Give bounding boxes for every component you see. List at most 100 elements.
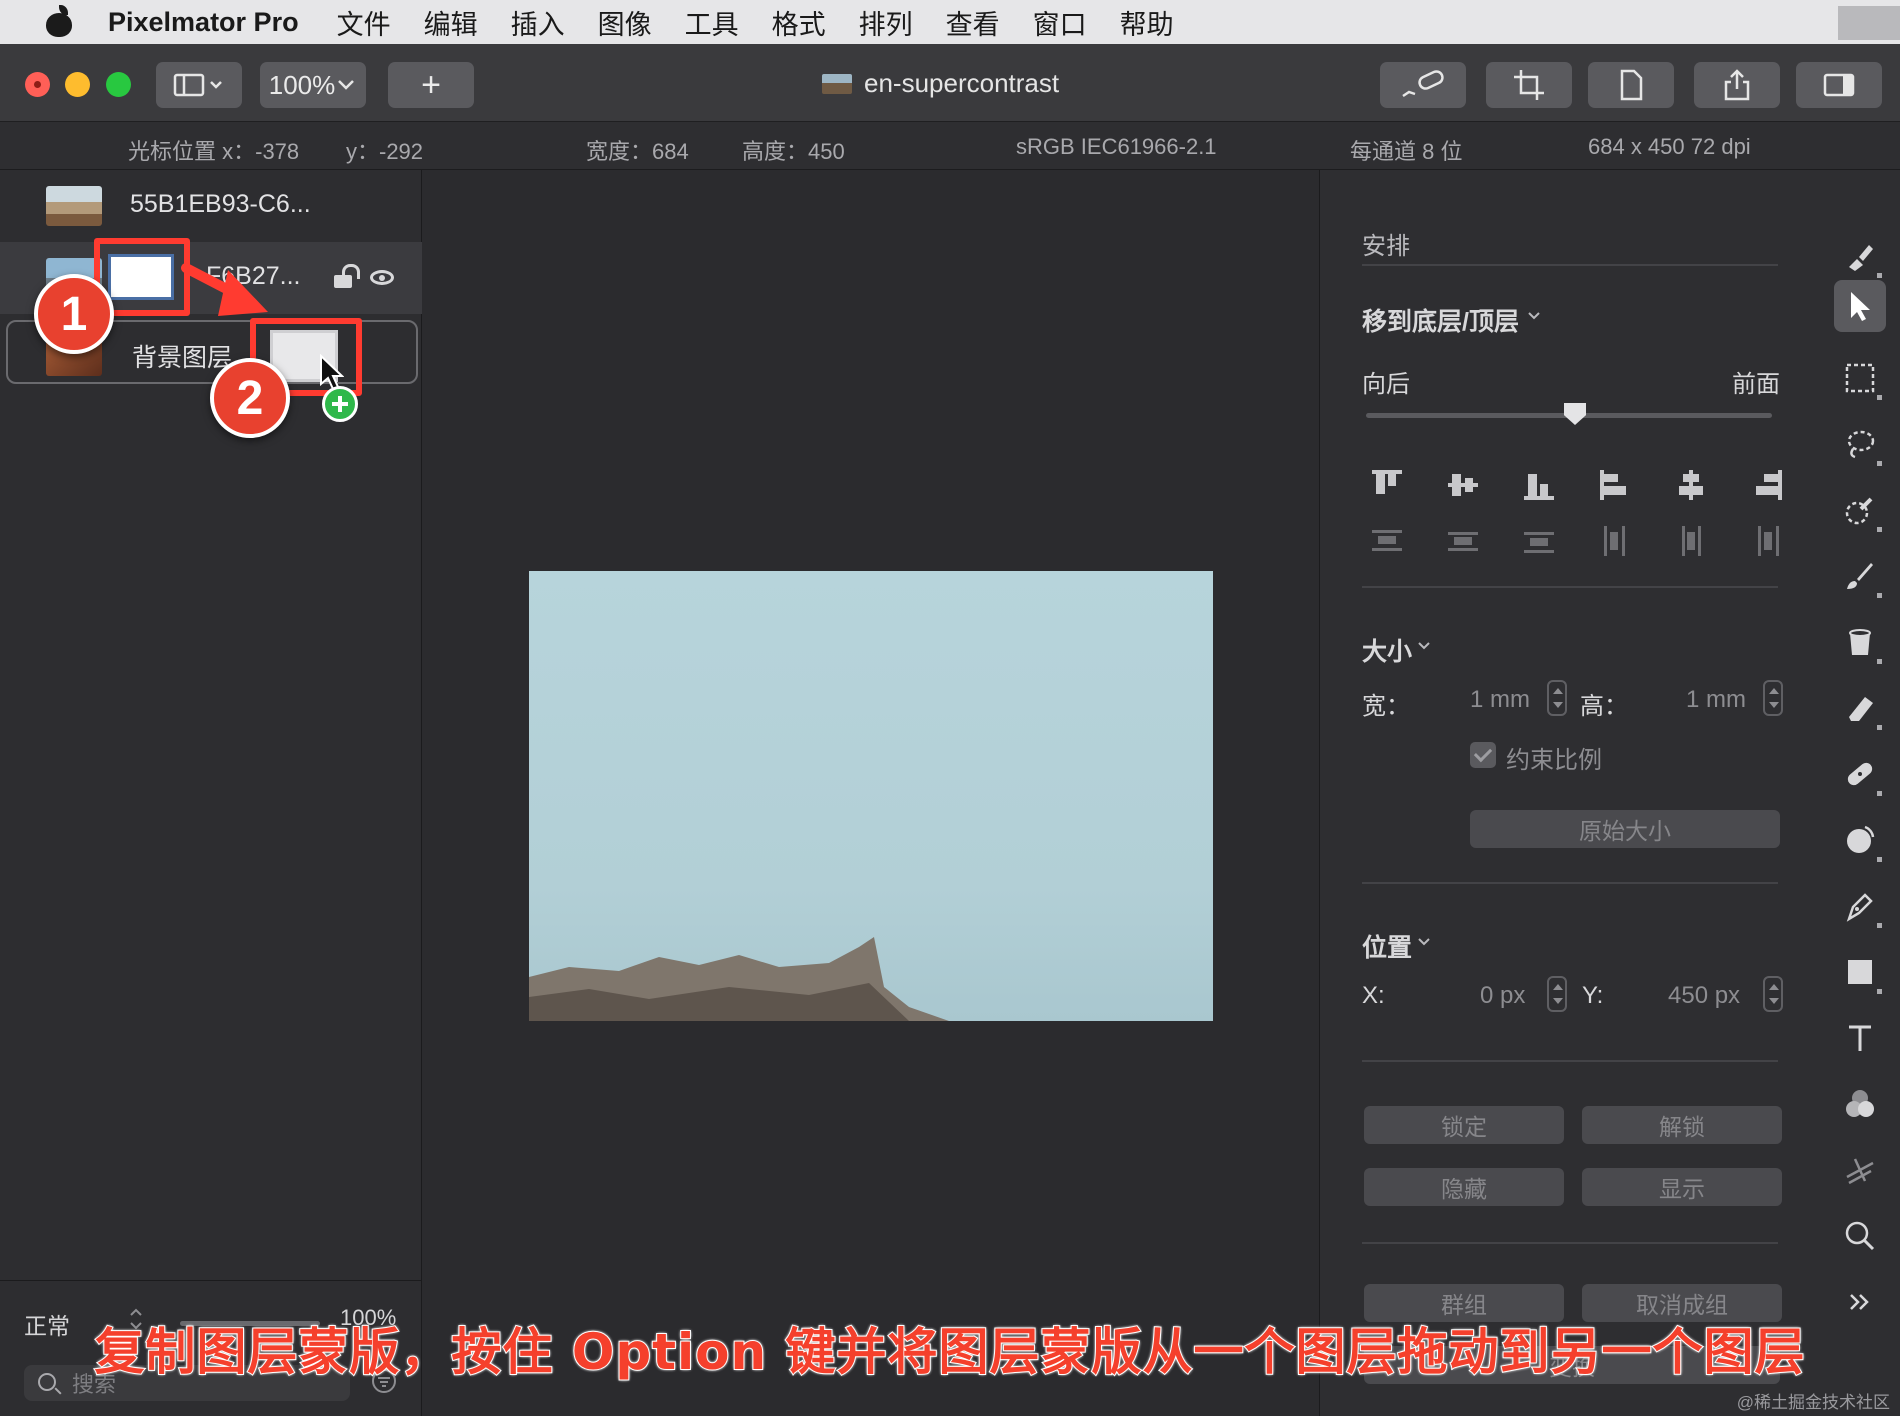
x-position-stepper[interactable]: [1547, 976, 1567, 1012]
width-stepper[interactable]: [1547, 680, 1567, 716]
show-button[interactable]: 显示: [1582, 1168, 1782, 1206]
lock-icon[interactable]: [334, 264, 360, 288]
size-section-header[interactable]: 大小: [1362, 632, 1412, 668]
unlock-button[interactable]: 解锁: [1582, 1106, 1782, 1144]
minimize-window-button[interactable]: [65, 72, 90, 97]
y-label: Y:: [1582, 982, 1604, 1009]
zoom-magnifier-icon[interactable]: [1834, 1210, 1886, 1262]
window-toolbar: 100% + en-supercontrast: [0, 44, 1900, 122]
align-vertical-center-icon[interactable]: [1448, 470, 1478, 500]
rectangular-selection-icon[interactable]: [1834, 352, 1886, 404]
cursor-y-readout: y：-292: [346, 139, 424, 164]
apple-icon[interactable]: [40, 5, 80, 39]
tool-style-brush-icon[interactable]: [1834, 230, 1886, 282]
inspector-toggle-button[interactable]: [1796, 62, 1882, 108]
bit-depth-readout: 每通道 8 位: [1350, 139, 1463, 164]
width-field[interactable]: 1 mm: [1470, 686, 1530, 714]
distribute-top-icon[interactable]: [1372, 526, 1402, 556]
menu-help[interactable]: 帮助: [1120, 3, 1174, 42]
inspector-panel: 安排 移到底层/顶层 向后 前面 大小 宽： 1 mm 高： 1 mm 约束比例…: [1319, 170, 1820, 1416]
crop-button[interactable]: [1486, 62, 1572, 108]
zoom-level-label: 100%: [268, 69, 336, 100]
eye-icon[interactable]: [370, 270, 394, 285]
distribute-center-icon[interactable]: [1448, 526, 1478, 556]
chevron-down-icon[interactable]: [1526, 310, 1542, 322]
divider: [1362, 586, 1778, 588]
align-horizontal-center-icon[interactable]: [1676, 470, 1706, 500]
divider: [1362, 1060, 1778, 1062]
image-info-bar: 光标位置 x：-378 y：-292 宽度：684 高度：450 sRGB IE…: [0, 122, 1900, 170]
menu-format[interactable]: 格式: [772, 3, 826, 42]
color-picker-icon[interactable]: [1834, 484, 1886, 536]
app-name-menu[interactable]: Pixelmator Pro: [108, 7, 299, 38]
step-badge-2: 2: [210, 358, 290, 438]
lock-button[interactable]: 锁定: [1364, 1106, 1564, 1144]
arrange-slider-knob[interactable]: [1564, 403, 1586, 425]
export-button[interactable]: [1588, 62, 1674, 108]
align-top-icon[interactable]: [1372, 470, 1402, 500]
hide-button[interactable]: 隐藏: [1364, 1168, 1564, 1206]
tools-palette: [1820, 170, 1900, 1416]
distort-sphere-icon[interactable]: [1834, 814, 1886, 866]
menu-arrange[interactable]: 排列: [859, 3, 913, 42]
y-position-field[interactable]: 450 px: [1668, 982, 1740, 1010]
share-button[interactable]: [1694, 62, 1780, 108]
menu-bar: Pixelmator Pro 文件 编辑 插入 图像 工具 格式 排列 查看 窗…: [0, 0, 1900, 44]
menu-file[interactable]: 文件: [337, 3, 391, 42]
distribute-horizontal-icon[interactable]: [1676, 526, 1706, 556]
distribute-left-icon[interactable]: [1600, 526, 1630, 556]
canvas-area[interactable]: [423, 170, 1319, 1416]
chevron-down-icon[interactable]: [1416, 936, 1432, 948]
menu-insert[interactable]: 插入: [511, 3, 565, 42]
document-icon: [1620, 69, 1643, 101]
align-bottom-icon[interactable]: [1524, 470, 1554, 500]
menu-tools[interactable]: 工具: [685, 3, 739, 42]
sidebar-toggle-button[interactable]: [156, 62, 242, 108]
image-width-readout: 宽度：684: [586, 139, 689, 164]
close-window-button[interactable]: [25, 72, 50, 97]
height-stepper[interactable]: [1763, 680, 1783, 716]
x-position-field[interactable]: 0 px: [1480, 982, 1525, 1010]
document-thumbnail: [822, 73, 852, 94]
eraser-icon[interactable]: [1834, 682, 1886, 734]
paint-brush-icon[interactable]: [1834, 550, 1886, 602]
mountain-ridge: [529, 937, 949, 1021]
pen-tool-icon[interactable]: [1834, 880, 1886, 932]
repair-bandage-icon[interactable]: [1834, 748, 1886, 800]
add-button[interactable]: +: [388, 62, 474, 108]
menu-window[interactable]: 窗口: [1033, 3, 1087, 42]
menu-view[interactable]: 查看: [946, 3, 1000, 42]
shape-rectangle-icon[interactable]: [1834, 946, 1886, 998]
divider: [1362, 1242, 1778, 1244]
forward-label: 前面: [1732, 371, 1780, 398]
align-right-icon[interactable]: [1752, 470, 1782, 500]
distribute-right-icon[interactable]: [1752, 526, 1782, 556]
position-section-header[interactable]: 位置: [1362, 928, 1412, 964]
type-tool-icon[interactable]: [1834, 1012, 1886, 1064]
distribute-bottom-icon[interactable]: [1524, 526, 1554, 556]
paint-bucket-icon[interactable]: [1834, 616, 1886, 668]
menu-edit[interactable]: 编辑: [424, 3, 478, 42]
menu-image[interactable]: 图像: [598, 3, 652, 42]
divider: [1362, 264, 1778, 266]
zoom-window-button[interactable]: [106, 72, 131, 97]
color-adjust-icon[interactable]: [1834, 1078, 1886, 1130]
document-title-text: en-supercontrast: [864, 68, 1060, 98]
sidebar-icon: [173, 73, 222, 97]
align-left-icon[interactable]: [1600, 470, 1630, 500]
x-label: X:: [1362, 982, 1385, 1009]
image-canvas[interactable]: [529, 571, 1213, 1021]
effects-icon[interactable]: [1834, 1144, 1886, 1196]
layer-row[interactable]: 55B1EB93-C6...: [0, 170, 422, 242]
arrange-tool-icon[interactable]: [1834, 280, 1886, 332]
chevron-down-icon[interactable]: [1416, 640, 1432, 652]
height-field[interactable]: 1 mm: [1686, 686, 1746, 714]
move-to-front-back-header[interactable]: 移到底层/顶层: [1362, 302, 1519, 338]
edit-tools-button[interactable]: [1380, 62, 1466, 108]
lasso-selection-icon[interactable]: [1834, 418, 1886, 470]
zoom-level-button[interactable]: 100%: [260, 62, 366, 108]
copy-plus-icon: [322, 386, 358, 422]
y-position-stepper[interactable]: [1763, 976, 1783, 1012]
original-size-button[interactable]: 原始大小: [1470, 810, 1780, 848]
constrain-proportions-checkbox[interactable]: [1470, 742, 1496, 768]
